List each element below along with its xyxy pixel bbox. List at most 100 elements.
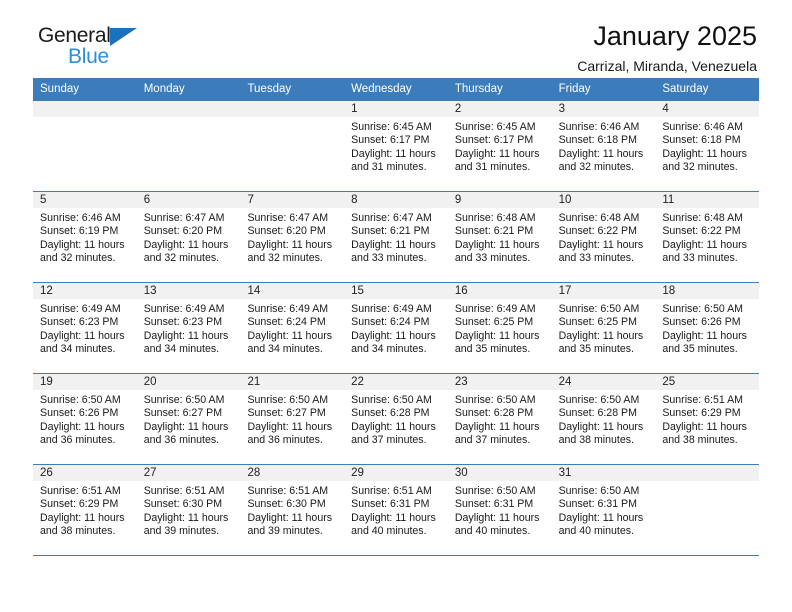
calendar-day-cell[interactable]: 26 Sunrise: 6:51 AM Sunset: 6:29 PM Dayligh… bbox=[33, 465, 137, 555]
calendar-day-cell[interactable]: 24 Sunrise: 6:50 AM Sunset: 6:28 PM Dayligh… bbox=[551, 374, 656, 464]
calendar-day-cell[interactable]: 17 Sunrise: 6:50 AM Sunset: 6:25 PM Dayligh… bbox=[551, 283, 656, 373]
day-details: Sunrise: 6:49 AM Sunset: 6:23 PM Daylight:… bbox=[33, 299, 137, 357]
day-number: 23 bbox=[447, 374, 552, 390]
daylight-text: Daylight: 11 hours and 31 minutes. bbox=[351, 147, 436, 174]
calendar-day-cell[interactable]: 12 Sunrise: 6:49 AM Sunset: 6:23 PM Dayligh… bbox=[33, 283, 137, 373]
logo-triangle-icon bbox=[110, 28, 137, 46]
daylight-text: Daylight: 11 hours and 32 minutes. bbox=[143, 238, 229, 265]
calendar-day-cell[interactable]: 23 Sunrise: 6:50 AM Sunset: 6:28 PM Dayligh… bbox=[447, 374, 552, 464]
sunrise-text: Sunrise: 6:48 AM bbox=[454, 212, 536, 224]
daylight-text: Daylight: 11 hours and 32 minutes. bbox=[40, 238, 125, 265]
page-subtitle: Carrizal, Miranda, Venezuela bbox=[577, 58, 757, 74]
sunrise-text: Sunrise: 6:46 AM bbox=[662, 121, 743, 133]
sunrise-text: Sunrise: 6:51 AM bbox=[40, 485, 121, 497]
sunrise-text: Sunrise: 6:50 AM bbox=[143, 394, 225, 406]
day-details: Sunrise: 6:51 AM Sunset: 6:30 PM Daylight:… bbox=[137, 481, 241, 539]
calendar-day-cell[interactable]: 18 Sunrise: 6:50 AM Sunset: 6:26 PM Dayligh… bbox=[655, 283, 760, 373]
day-details: Sunrise: 6:46 AM Sunset: 6:19 PM Daylight:… bbox=[33, 208, 137, 266]
daylight-text: Daylight: 11 hours and 33 minutes. bbox=[558, 238, 644, 265]
daylight-text: Daylight: 11 hours and 38 minutes. bbox=[40, 511, 125, 538]
calendar-day-cell[interactable]: 15 Sunrise: 6:49 AM Sunset: 6:24 PM Dayligh… bbox=[344, 283, 448, 373]
calendar-day-cell[interactable]: 1 Sunrise: 6:45 AM Sunset: 6:17 PM Daylight… bbox=[344, 101, 448, 191]
calendar-day-cell[interactable]: 28 Sunrise: 6:51 AM Sunset: 6:30 PM Dayligh… bbox=[240, 465, 345, 555]
calendar-day-cell[interactable]: 31 Sunrise: 6:50 AM Sunset: 6:31 PM Dayligh… bbox=[551, 465, 656, 555]
day-number: 22 bbox=[344, 374, 448, 390]
sunset-text: Sunset: 6:17 PM bbox=[351, 134, 430, 147]
day-number: 31 bbox=[551, 465, 656, 481]
calendar-day-cell[interactable]: 25 Sunrise: 6:51 AM Sunset: 6:29 PM Dayligh… bbox=[655, 374, 760, 464]
sunset-text: Sunset: 6:22 PM bbox=[662, 225, 741, 238]
day-number: 4 bbox=[655, 101, 760, 117]
daylight-text: Daylight: 11 hours and 40 minutes. bbox=[558, 511, 644, 538]
calendar-day-cell-empty bbox=[655, 465, 760, 555]
sunrise-text: Sunrise: 6:50 AM bbox=[40, 394, 121, 406]
day-number bbox=[240, 101, 345, 117]
day-details: Sunrise: 6:48 AM Sunset: 6:22 PM Daylight:… bbox=[655, 208, 759, 266]
calendar-day-cell-empty bbox=[136, 101, 241, 191]
day-details: Sunrise: 6:50 AM Sunset: 6:28 PM Daylight:… bbox=[344, 390, 448, 448]
calendar-day-cell[interactable]: 9 Sunrise: 6:48 AM Sunset: 6:21 PM Daylight… bbox=[447, 192, 552, 282]
calendar-day-cell[interactable]: 20 Sunrise: 6:50 AM Sunset: 6:27 PM Dayligh… bbox=[136, 374, 241, 464]
title-block: January 2025 Carrizal, Miranda, Venezuel… bbox=[577, 20, 757, 76]
day-details: Sunrise: 6:46 AM Sunset: 6:18 PM Daylight:… bbox=[655, 117, 759, 175]
weekday-header-friday: Friday bbox=[558, 83, 591, 95]
daylight-text: Daylight: 11 hours and 39 minutes. bbox=[143, 511, 229, 538]
day-number: 1 bbox=[344, 101, 448, 117]
day-details: Sunrise: 6:47 AM Sunset: 6:21 PM Daylight:… bbox=[344, 208, 448, 266]
calendar-day-cell[interactable]: 14 Sunrise: 6:49 AM Sunset: 6:24 PM Dayligh… bbox=[240, 283, 345, 373]
day-number: 11 bbox=[655, 192, 760, 208]
calendar-weeks: 1 Sunrise: 6:45 AM Sunset: 6:17 PM Daylight… bbox=[33, 101, 760, 556]
calendar-day-cell[interactable]: 30 Sunrise: 6:50 AM Sunset: 6:31 PM Dayligh… bbox=[447, 465, 552, 555]
calendar-day-cell[interactable]: 7 Sunrise: 6:47 AM Sunset: 6:20 PM Daylight… bbox=[240, 192, 345, 282]
weekday-header-thursday: Thursday bbox=[454, 83, 503, 95]
sunrise-text: Sunrise: 6:49 AM bbox=[143, 303, 225, 315]
day-details: Sunrise: 6:50 AM Sunset: 6:27 PM Daylight:… bbox=[137, 390, 241, 448]
daylight-text: Daylight: 11 hours and 38 minutes. bbox=[662, 420, 747, 447]
calendar-page: General Blue January 2025 Carrizal, Mira… bbox=[0, 0, 792, 612]
calendar-day-cell[interactable]: 29 Sunrise: 6:51 AM Sunset: 6:31 PM Dayligh… bbox=[344, 465, 448, 555]
day-number: 26 bbox=[33, 465, 137, 481]
calendar-day-cell[interactable]: 3 Sunrise: 6:46 AM Sunset: 6:18 PM Daylight… bbox=[551, 101, 656, 191]
day-details: Sunrise: 6:50 AM Sunset: 6:28 PM Daylight:… bbox=[448, 390, 552, 448]
day-details: Sunrise: 6:50 AM Sunset: 6:28 PM Daylight:… bbox=[552, 390, 656, 448]
calendar-day-cell[interactable]: 2 Sunrise: 6:45 AM Sunset: 6:17 PM Daylight… bbox=[447, 101, 552, 191]
day-number: 20 bbox=[136, 374, 241, 390]
day-number: 9 bbox=[447, 192, 552, 208]
sunrise-text: Sunrise: 6:47 AM bbox=[351, 212, 432, 224]
sunrise-text: Sunrise: 6:50 AM bbox=[662, 303, 743, 315]
calendar-day-cell[interactable]: 6 Sunrise: 6:47 AM Sunset: 6:20 PM Daylight… bbox=[136, 192, 241, 282]
weekday-header-saturday: Saturday bbox=[662, 83, 709, 95]
sunset-text: Sunset: 6:21 PM bbox=[351, 225, 430, 238]
calendar-day-cell[interactable]: 22 Sunrise: 6:50 AM Sunset: 6:28 PM Dayligh… bbox=[344, 374, 448, 464]
calendar-day-cell[interactable]: 4 Sunrise: 6:46 AM Sunset: 6:18 PM Daylight… bbox=[655, 101, 760, 191]
calendar-day-cell[interactable]: 10 Sunrise: 6:48 AM Sunset: 6:22 PM Dayligh… bbox=[551, 192, 656, 282]
day-number: 6 bbox=[136, 192, 241, 208]
day-details: Sunrise: 6:47 AM Sunset: 6:20 PM Daylight:… bbox=[137, 208, 241, 266]
sunrise-text: Sunrise: 6:49 AM bbox=[247, 303, 329, 315]
calendar-day-cell[interactable]: 11 Sunrise: 6:48 AM Sunset: 6:22 PM Dayligh… bbox=[655, 192, 760, 282]
calendar-day-cell[interactable]: 13 Sunrise: 6:49 AM Sunset: 6:23 PM Dayligh… bbox=[136, 283, 241, 373]
page-title: January 2025 bbox=[593, 21, 757, 51]
calendar-day-cell[interactable]: 8 Sunrise: 6:47 AM Sunset: 6:21 PM Daylight… bbox=[344, 192, 448, 282]
day-details: Sunrise: 6:50 AM Sunset: 6:26 PM Daylight:… bbox=[33, 390, 137, 448]
day-details: Sunrise: 6:51 AM Sunset: 6:31 PM Daylight:… bbox=[344, 481, 448, 539]
calendar-day-cell[interactable]: 5 Sunrise: 6:46 AM Sunset: 6:19 PM Daylight… bbox=[33, 192, 137, 282]
sunset-text: Sunset: 6:26 PM bbox=[662, 316, 741, 329]
calendar-week-row: 1 Sunrise: 6:45 AM Sunset: 6:17 PM Daylight… bbox=[33, 101, 760, 192]
daylight-text: Daylight: 11 hours and 36 minutes. bbox=[247, 420, 333, 447]
calendar-day-cell[interactable]: 16 Sunrise: 6:49 AM Sunset: 6:25 PM Dayligh… bbox=[447, 283, 552, 373]
weekday-header-row: Sunday Monday Tuesday Wednesday Thursday… bbox=[33, 78, 759, 101]
calendar-day-cell[interactable]: 21 Sunrise: 6:50 AM Sunset: 6:27 PM Dayligh… bbox=[240, 374, 345, 464]
sunrise-text: Sunrise: 6:50 AM bbox=[247, 394, 329, 406]
calendar-day-cell[interactable]: 19 Sunrise: 6:50 AM Sunset: 6:26 PM Dayligh… bbox=[33, 374, 137, 464]
daylight-text: Daylight: 11 hours and 35 minutes. bbox=[454, 329, 540, 356]
sunset-text: Sunset: 6:19 PM bbox=[40, 225, 119, 238]
sunset-text: Sunset: 6:28 PM bbox=[351, 407, 430, 420]
sunset-text: Sunset: 6:18 PM bbox=[558, 134, 637, 147]
sunrise-text: Sunrise: 6:50 AM bbox=[558, 394, 640, 406]
day-details: Sunrise: 6:50 AM Sunset: 6:31 PM Daylight:… bbox=[552, 481, 656, 539]
generalblue-logo: General Blue bbox=[38, 24, 198, 72]
sunset-text: Sunset: 6:29 PM bbox=[662, 407, 741, 420]
day-details: Sunrise: 6:47 AM Sunset: 6:20 PM Daylight:… bbox=[240, 208, 344, 266]
calendar-day-cell[interactable]: 27 Sunrise: 6:51 AM Sunset: 6:30 PM Dayligh… bbox=[136, 465, 241, 555]
